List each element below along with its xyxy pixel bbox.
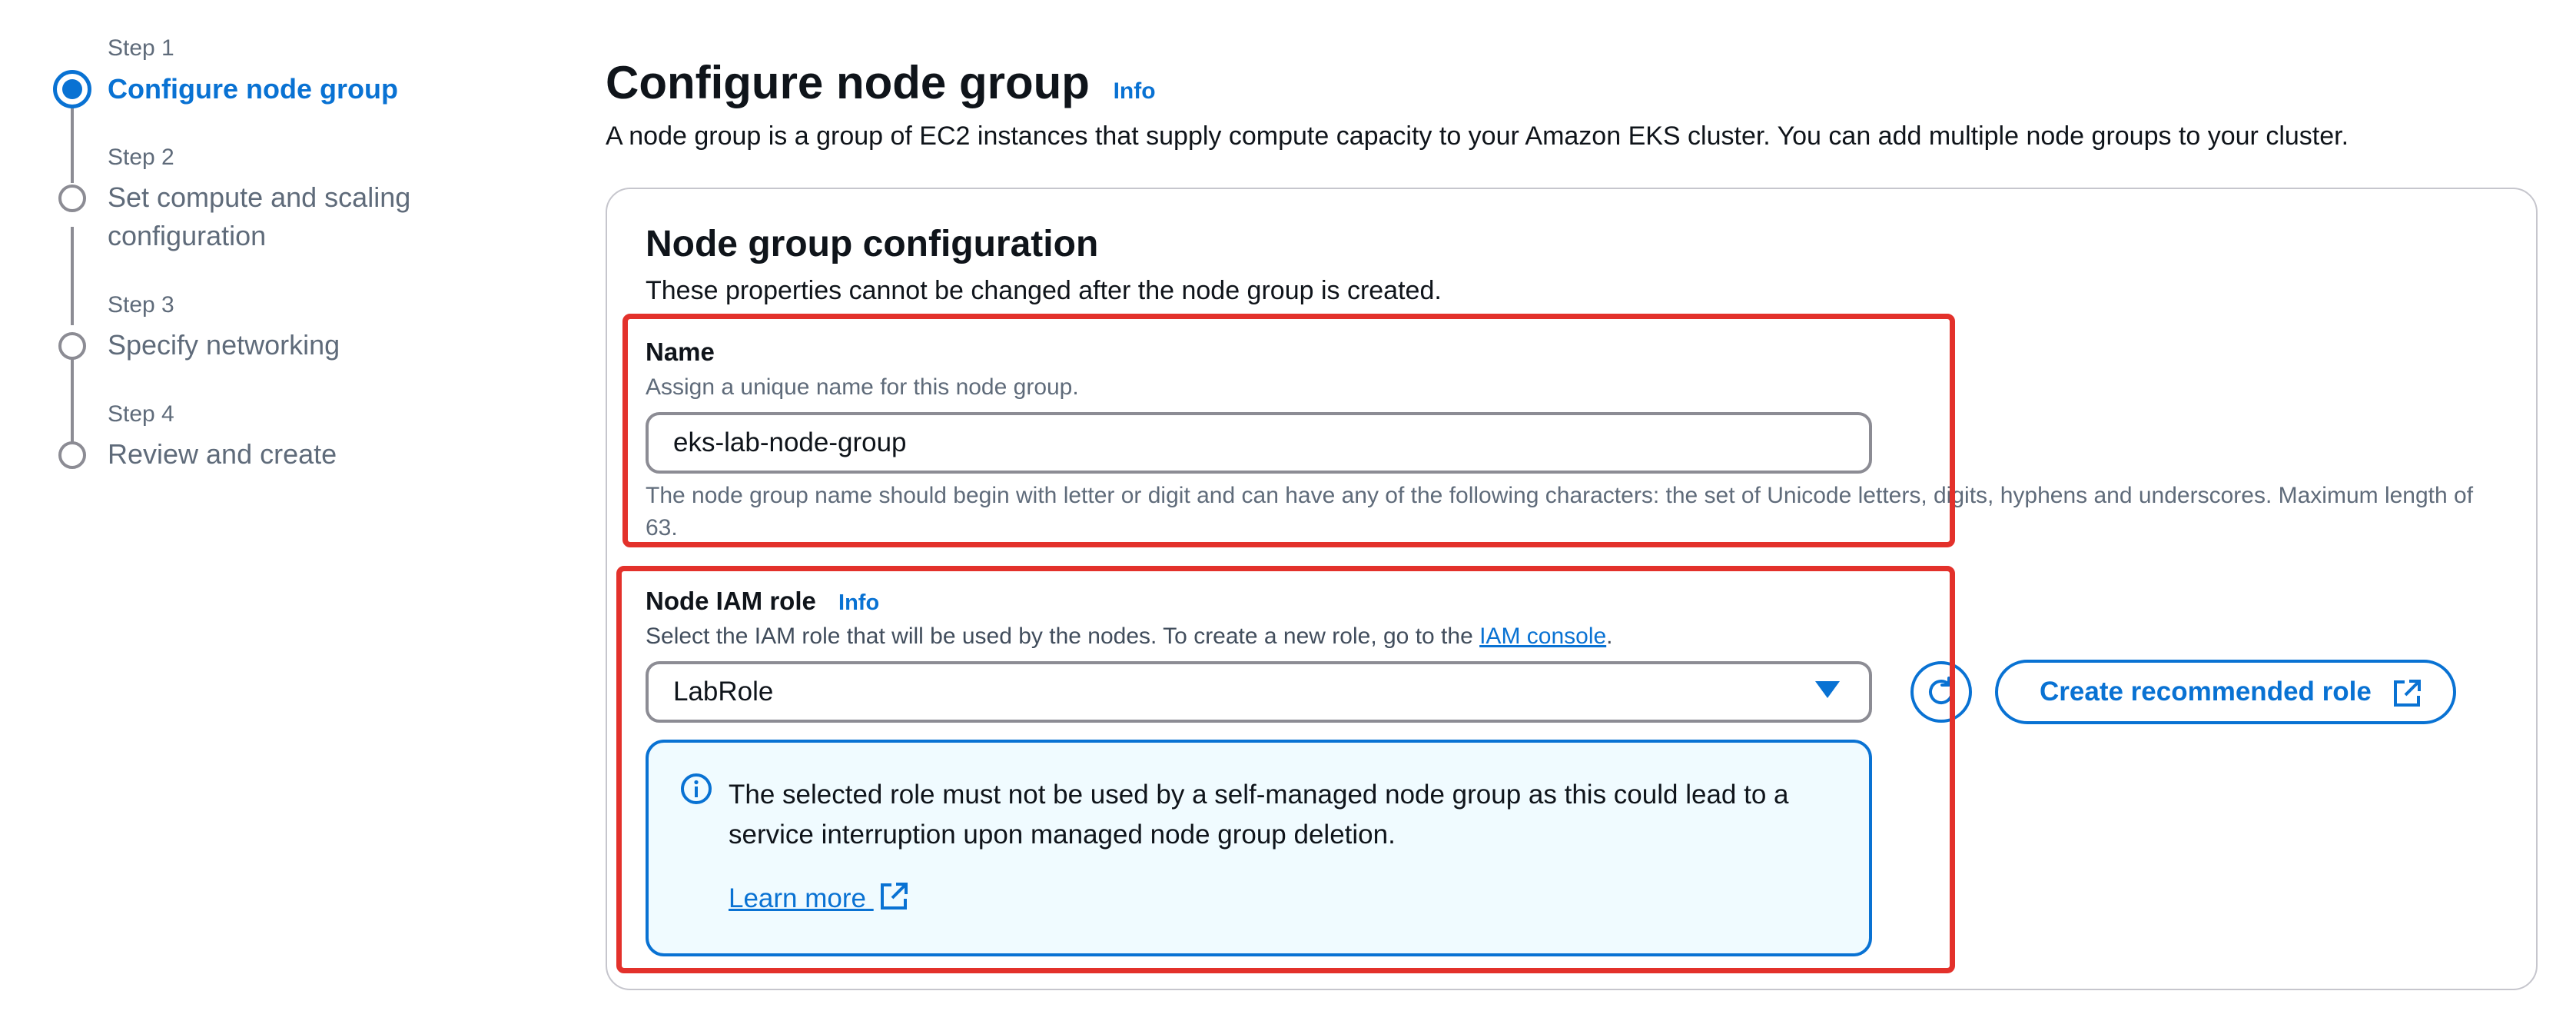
page-title-text: Configure node group [606, 57, 1090, 108]
external-link-icon [2394, 680, 2421, 707]
page-info-link[interactable]: Info [1114, 78, 1156, 104]
step-3-link[interactable]: Specify networking [108, 326, 446, 364]
step-connector [71, 227, 74, 325]
step-1-indicator-icon [53, 70, 91, 108]
step-2-link[interactable]: Set compute and scaling configuration [108, 178, 446, 255]
step-3-indicator-icon [58, 332, 86, 360]
step-4-label: Step 4 [108, 401, 174, 427]
section-description: These properties cannot be changed after… [646, 276, 1442, 305]
step-2-label: Step 2 [108, 145, 174, 170]
role-field-highlight [616, 566, 1955, 973]
step-connector [71, 358, 74, 444]
step-4-indicator-icon [58, 441, 86, 469]
page-title: Configure node group Info [606, 52, 1156, 122]
page-description: A node group is a group of EC2 instances… [606, 121, 2349, 151]
step-2-indicator-icon [58, 185, 86, 212]
section-title: Node group configuration [646, 224, 1099, 264]
create-recommended-role-label: Create recommended role [2040, 677, 2372, 707]
step-1-link[interactable]: Configure node group [108, 70, 446, 108]
step-1-label: Step 1 [108, 35, 174, 61]
create-recommended-role-button[interactable]: Create recommended role [1995, 660, 2456, 724]
step-4-link[interactable]: Review and create [108, 435, 446, 474]
step-3-label: Step 3 [108, 292, 174, 318]
name-field-highlight [622, 314, 1955, 547]
